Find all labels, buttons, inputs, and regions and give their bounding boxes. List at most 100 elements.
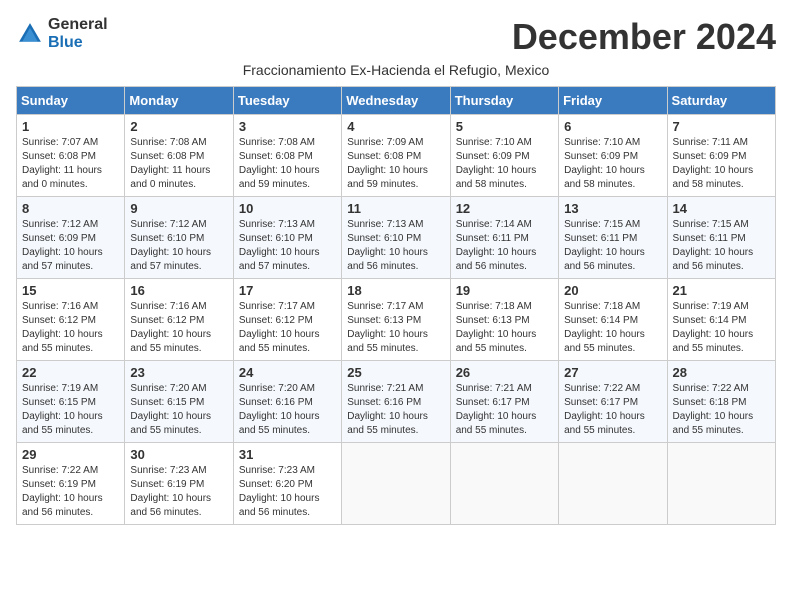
calendar-cell: 19 Sunrise: 7:18 AM Sunset: 6:13 PM Dayli… [450,279,558,361]
day-number: 10 [239,201,336,216]
day-info: Sunrise: 7:08 AM Sunset: 6:08 PM Dayligh… [130,136,227,192]
calendar-cell: 4Sunrise: 7:09 AM Sunset: 6:08 PM Daylig… [342,115,450,197]
day-info: Sunrise: 7:22 AM Sunset: 6:18 PM Dayligh… [673,382,770,438]
calendar-cell: 25 Sunrise: 7:21 AM Sunset: 6:16 PM Dayli… [342,361,450,443]
day-number: 11 [347,201,444,216]
day-info: Sunrise: 7:21 AM Sunset: 6:16 PM Dayligh… [347,382,444,438]
logo-blue: Blue [48,34,83,51]
day-info: Sunrise: 7:22 AM Sunset: 6:19 PM Dayligh… [22,464,119,520]
calendar-cell: 9 Sunrise: 7:12 AM Sunset: 6:10 PM Daylig… [125,197,233,279]
day-info: Sunrise: 7:11 AM Sunset: 6:09 PM Dayligh… [673,136,770,192]
calendar-cell: 1 Sunrise: 7:07 AM Sunset: 6:08 PM Daylig… [17,115,125,197]
calendar-cell: 6 Sunrise: 7:10 AM Sunset: 6:09 PM Daylig… [559,115,667,197]
day-info: Sunrise: 7:12 AM Sunset: 6:10 PM Dayligh… [130,218,227,274]
day-info: Sunrise: 7:20 AM Sunset: 6:16 PM Dayligh… [239,382,336,438]
calendar-cell: 11 Sunrise: 7:13 AM Sunset: 6:10 PM Dayli… [342,197,450,279]
day-number: 22 [22,365,119,380]
day-info: Sunrise: 7:15 AM Sunset: 6:11 PM Dayligh… [564,218,661,274]
day-number: 2 [130,119,227,134]
calendar-cell: 20 Sunrise: 7:18 AM Sunset: 6:14 PM Dayli… [559,279,667,361]
day-number: 19 [456,283,553,298]
week-row-1: 1 Sunrise: 7:07 AM Sunset: 6:08 PM Daylig… [17,115,776,197]
calendar-cell: 24 Sunrise: 7:20 AM Sunset: 6:16 PM Dayli… [233,361,341,443]
day-info: Sunrise: 7:22 AM Sunset: 6:17 PM Dayligh… [564,382,661,438]
calendar-cell: 13Sunrise: 7:15 AM Sunset: 6:11 PM Dayli… [559,197,667,279]
logo-text: General Blue [48,16,108,52]
day-number: 23 [130,365,227,380]
calendar-cell: 2 Sunrise: 7:08 AM Sunset: 6:08 PM Daylig… [125,115,233,197]
day-info: Sunrise: 7:17 AM Sunset: 6:13 PM Dayligh… [347,300,444,356]
day-info: Sunrise: 7:23 AM Sunset: 6:20 PM Dayligh… [239,464,336,520]
day-info: Sunrise: 7:20 AM Sunset: 6:15 PM Dayligh… [130,382,227,438]
day-info: Sunrise: 7:13 AM Sunset: 6:10 PM Dayligh… [347,218,444,274]
day-number: 8 [22,201,119,216]
calendar-cell: 17Sunrise: 7:17 AM Sunset: 6:12 PM Dayli… [233,279,341,361]
calendar-header-row: SundayMondayTuesdayWednesdayThursdayFrid… [17,87,776,115]
day-info: Sunrise: 7:16 AM Sunset: 6:12 PM Dayligh… [22,300,119,356]
day-number: 15 [22,283,119,298]
day-number: 16 [130,283,227,298]
day-info: Sunrise: 7:07 AM Sunset: 6:08 PM Dayligh… [22,136,119,192]
calendar-cell [450,443,558,525]
day-info: Sunrise: 7:16 AM Sunset: 6:12 PM Dayligh… [130,300,227,356]
logo-general: General [48,16,108,33]
day-number: 20 [564,283,661,298]
day-info: Sunrise: 7:15 AM Sunset: 6:11 PM Dayligh… [673,218,770,274]
col-header-monday: Monday [125,87,233,115]
calendar-cell: 27 Sunrise: 7:22 AM Sunset: 6:17 PM Dayli… [559,361,667,443]
day-number: 9 [130,201,227,216]
day-number: 1 [22,119,119,134]
day-number: 28 [673,365,770,380]
calendar-cell: 29Sunrise: 7:22 AM Sunset: 6:19 PM Dayli… [17,443,125,525]
day-info: Sunrise: 7:13 AM Sunset: 6:10 PM Dayligh… [239,218,336,274]
day-info: Sunrise: 7:14 AM Sunset: 6:11 PM Dayligh… [456,218,553,274]
calendar-subtitle: Fraccionamiento Ex-Hacienda el Refugio, … [16,62,776,78]
col-header-thursday: Thursday [450,87,558,115]
day-number: 24 [239,365,336,380]
day-number: 5 [456,119,553,134]
day-info: Sunrise: 7:08 AM Sunset: 6:08 PM Dayligh… [239,136,336,192]
calendar-cell: 15 Sunrise: 7:16 AM Sunset: 6:12 PM Dayli… [17,279,125,361]
col-header-wednesday: Wednesday [342,87,450,115]
month-title: December 2024 [512,16,776,58]
calendar-cell [559,443,667,525]
logo: General Blue [16,16,108,52]
calendar-cell: 26Sunrise: 7:21 AM Sunset: 6:17 PM Dayli… [450,361,558,443]
day-number: 31 [239,447,336,462]
calendar-cell: 16 Sunrise: 7:16 AM Sunset: 6:12 PM Dayli… [125,279,233,361]
col-header-friday: Friday [559,87,667,115]
day-number: 4 [347,119,444,134]
calendar-cell: 3 Sunrise: 7:08 AM Sunset: 6:08 PM Daylig… [233,115,341,197]
day-info: Sunrise: 7:12 AM Sunset: 6:09 PM Dayligh… [22,218,119,274]
day-number: 27 [564,365,661,380]
calendar-cell: 23 Sunrise: 7:20 AM Sunset: 6:15 PM Dayli… [125,361,233,443]
day-number: 21 [673,283,770,298]
day-info: Sunrise: 7:18 AM Sunset: 6:14 PM Dayligh… [564,300,661,356]
week-row-5: 29Sunrise: 7:22 AM Sunset: 6:19 PM Dayli… [17,443,776,525]
day-info: Sunrise: 7:18 AM Sunset: 6:13 PM Dayligh… [456,300,553,356]
day-number: 14 [673,201,770,216]
day-info: Sunrise: 7:10 AM Sunset: 6:09 PM Dayligh… [456,136,553,192]
day-info: Sunrise: 7:19 AM Sunset: 6:15 PM Dayligh… [22,382,119,438]
calendar-cell: 5 Sunrise: 7:10 AM Sunset: 6:09 PM Daylig… [450,115,558,197]
calendar-cell: 18 Sunrise: 7:17 AM Sunset: 6:13 PM Dayli… [342,279,450,361]
col-header-sunday: Sunday [17,87,125,115]
day-number: 3 [239,119,336,134]
calendar-cell [342,443,450,525]
day-number: 30 [130,447,227,462]
day-number: 12 [456,201,553,216]
generalblue-icon [16,20,44,48]
calendar-cell: 14 Sunrise: 7:15 AM Sunset: 6:11 PM Dayli… [667,197,775,279]
day-number: 17 [239,283,336,298]
calendar-cell: 12 Sunrise: 7:14 AM Sunset: 6:11 PM Dayli… [450,197,558,279]
calendar-cell [667,443,775,525]
calendar-cell: 7 Sunrise: 7:11 AM Sunset: 6:09 PM Daylig… [667,115,775,197]
day-info: Sunrise: 7:10 AM Sunset: 6:09 PM Dayligh… [564,136,661,192]
day-number: 25 [347,365,444,380]
calendar-cell: 10 Sunrise: 7:13 AM Sunset: 6:10 PM Dayli… [233,197,341,279]
col-header-saturday: Saturday [667,87,775,115]
day-number: 6 [564,119,661,134]
day-number: 7 [673,119,770,134]
day-number: 18 [347,283,444,298]
calendar-table: SundayMondayTuesdayWednesdayThursdayFrid… [16,86,776,525]
